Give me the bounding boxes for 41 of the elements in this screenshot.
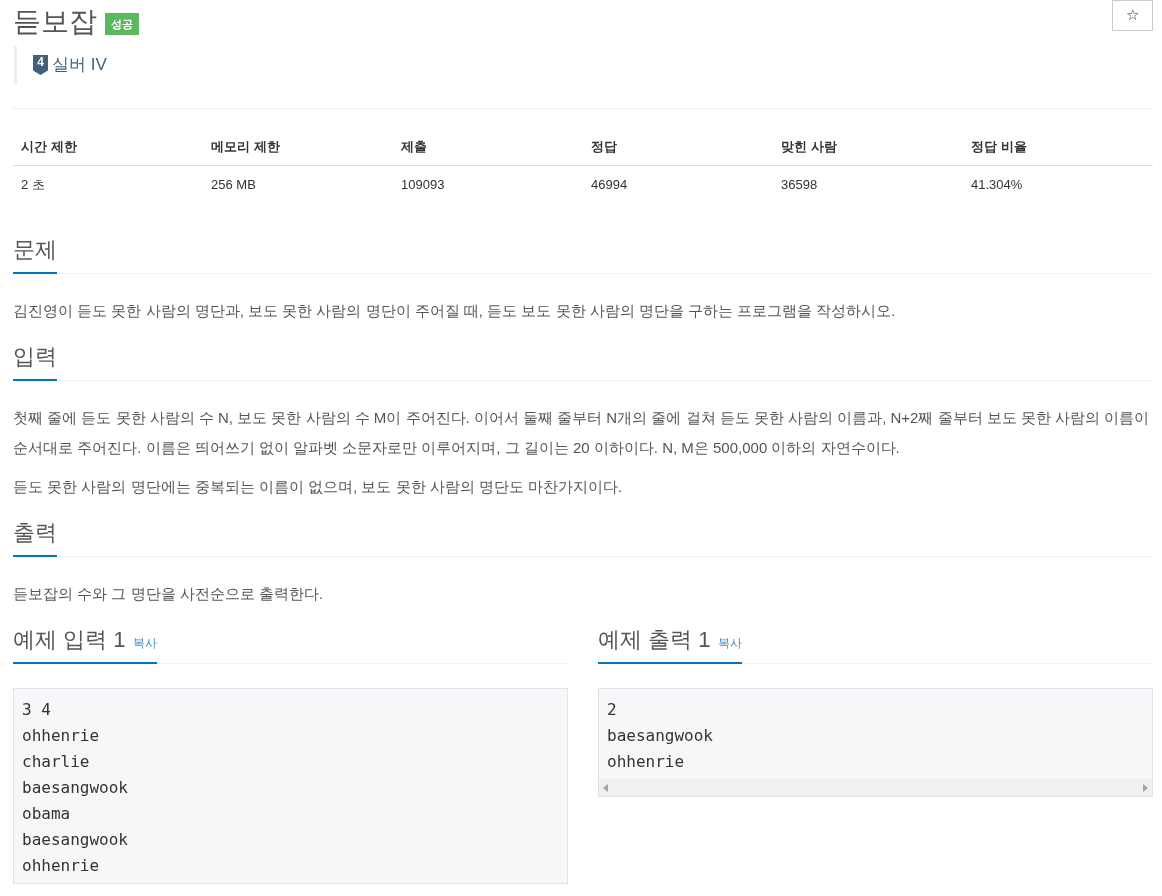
column-header: 시간 제한 <box>13 129 203 165</box>
column-header: 메모리 제한 <box>203 129 393 165</box>
code-line: 3 4 <box>22 699 52 721</box>
horizontal-scrollbar[interactable] <box>599 779 1152 796</box>
paragraph: 김진영이 듣도 못한 사람의 명단과, 보도 못한 사람의 명단이 주어질 때, 듣도 보도 못한 사람의 명단을 구하는 프로그램을 작성하시오. <box>13 301 897 321</box>
section-heading: 예제 출력 1 <box>598 626 711 654</box>
section-heading: 예제 입력 1 <box>13 626 126 654</box>
paragraph: 듣보잡의 수와 그 명단을 사전순으로 출력한다. <box>13 584 324 604</box>
column-header: 정답 비율 <box>963 129 1153 165</box>
copy-link[interactable]: 복사 <box>133 634 158 652</box>
column-header: 제출 <box>393 129 583 165</box>
code-line: ohhenrie <box>607 751 686 773</box>
left-arrow-icon <box>603 783 608 792</box>
column-header: 맞힌 사람 <box>773 129 963 165</box>
code-line: ohhenrie <box>22 725 101 747</box>
copy-link[interactable]: 복사 <box>718 634 743 652</box>
code-line: baesangwook <box>22 829 129 851</box>
problem-title: 듣보잡 <box>13 5 97 39</box>
table-cell: 109093 <box>393 165 583 203</box>
code-line: obama <box>22 803 72 825</box>
table-cell: 41.304% <box>963 165 1153 203</box>
status-badge: 성공 <box>105 12 139 36</box>
table-cell: 36598 <box>773 165 963 203</box>
code-line: ohhenrie <box>22 855 101 877</box>
paragraph: 첫째 줄에 듣도 못한 사람의 수 N, 보도 못한 사람의 수 M이 주어진다. 이어서 둘째 줄부터 N개의 줄에 걸쳐 듣도 못한 사람의 이름과, N+2째 줄부터 보도 못한 사람의 이름이 순서대로 주어진다. 이름은 띄어쓰기 없이 알파벳 소문자로만 이루어지며, 그 길이는 20 이하이다. N, M은 500,000 이하의 자연수이다. <box>13 408 1151 458</box>
code-line: baesangwook <box>22 777 129 799</box>
paragraph: 듣도 못한 사람의 명단에는 중복되는 이름이 없으며, 보도 못한 사람의 명단도 마찬가지이다. <box>13 477 624 497</box>
tier-icon: 4 <box>33 55 48 75</box>
section-heading: 입력 <box>13 343 57 371</box>
tier-label: 실버 IV <box>52 54 107 77</box>
table-cell: 2 초 <box>13 165 203 203</box>
code-line: charlie <box>22 751 91 773</box>
star-button[interactable]: ☆ <box>1112 0 1153 31</box>
column-header: 정답 <box>583 129 773 165</box>
code-line: baesangwook <box>607 725 714 747</box>
section-heading: 출력 <box>13 519 57 547</box>
code-line: 2 <box>607 699 618 721</box>
table-cell: 46994 <box>583 165 773 203</box>
section-heading: 문제 <box>13 236 57 264</box>
table-cell: 256 MB <box>203 165 393 203</box>
right-arrow-icon <box>1143 783 1148 792</box>
